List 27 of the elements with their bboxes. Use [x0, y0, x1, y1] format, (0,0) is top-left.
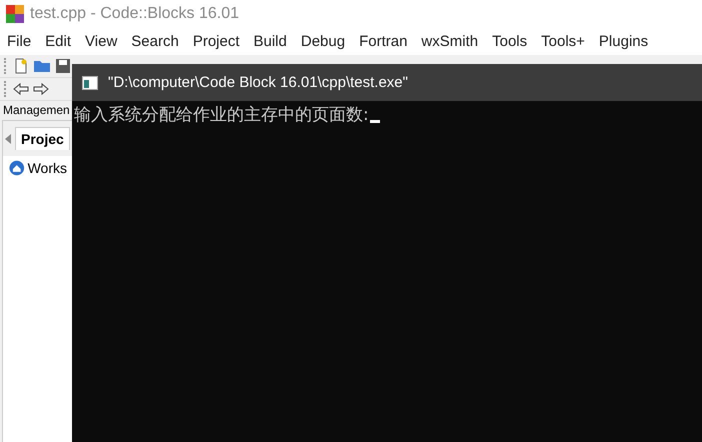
forward-arrow-icon[interactable] [33, 82, 49, 96]
folder-icon[interactable] [33, 58, 51, 74]
menu-item[interactable]: Debug [300, 33, 346, 50]
panel-title: Managemen [2, 102, 71, 119]
console-text: 输入系统分配给作业的主存中的页面数: [74, 104, 369, 126]
console-icon [82, 76, 98, 90]
tree-item[interactable]: Works [3, 156, 73, 180]
window-title: test.cpp - Code::Blocks 16.01 [30, 5, 239, 23]
menu-item[interactable]: Search [131, 33, 179, 50]
menu-item[interactable]: Project [192, 33, 240, 50]
app-icon [6, 5, 24, 23]
menu-item[interactable]: Plugins [598, 33, 648, 50]
menu-item[interactable]: File [7, 33, 32, 50]
menu-item[interactable]: Build [254, 33, 287, 50]
menu-item[interactable]: Tools [492, 33, 528, 50]
menu-item[interactable]: Fortran [359, 33, 408, 50]
menu-item[interactable]: wxSmith [421, 33, 478, 50]
tab-scroll-left-icon[interactable] [5, 134, 11, 144]
workspace-icon [9, 160, 25, 176]
projects-tab[interactable]: Projec [15, 127, 70, 150]
save-icon[interactable] [55, 58, 71, 74]
menu-item[interactable]: Edit [45, 33, 72, 50]
menu-item[interactable]: Tools+ [541, 33, 585, 50]
console-title: "D:\computer\Code Block 16.01\cpp\test.exe" [108, 74, 408, 91]
back-arrow-icon[interactable] [13, 82, 29, 96]
new-file-icon[interactable] [13, 58, 29, 74]
menu-item[interactable]: View [85, 33, 118, 50]
